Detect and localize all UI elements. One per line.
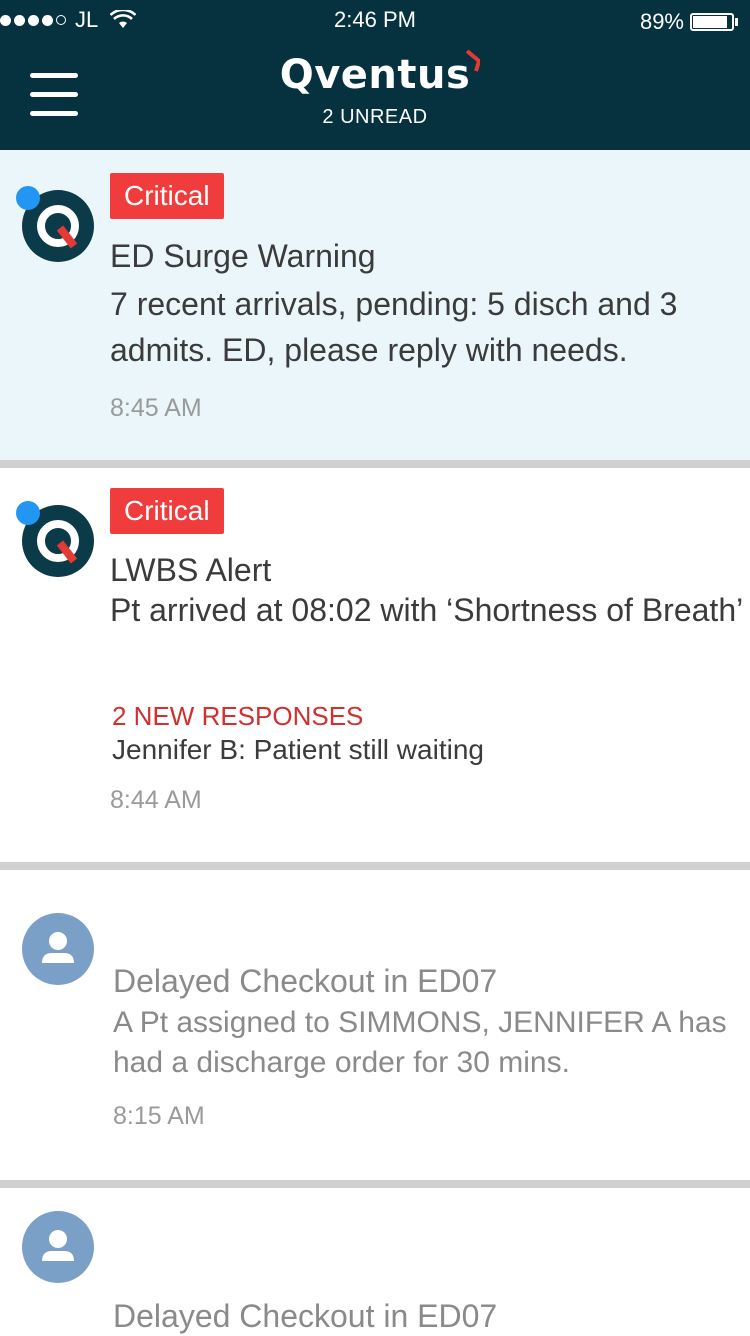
logo-mark-icon bbox=[466, 50, 481, 72]
alert-card[interactable]: Delayed Checkout in ED07 A Pt assigned t… bbox=[0, 870, 750, 1180]
battery-icon bbox=[690, 13, 734, 31]
clock: 2:46 PM bbox=[334, 7, 416, 32]
alert-time: 8:44 AM bbox=[110, 786, 202, 814]
divider bbox=[0, 862, 750, 870]
person-avatar-icon bbox=[22, 913, 94, 985]
critical-badge: Critical bbox=[110, 173, 224, 219]
app-header: JL 2:46 PM 89% Qventus 2 UNREAD bbox=[0, 0, 750, 150]
alert-card[interactable]: Delayed Checkout in ED07 bbox=[0, 1188, 750, 1336]
unread-dot-icon bbox=[16, 501, 40, 525]
person-avatar-icon bbox=[22, 1211, 94, 1283]
alert-title: Delayed Checkout in ED07 bbox=[113, 963, 498, 999]
divider bbox=[0, 1180, 750, 1188]
app-logo: Qventus bbox=[0, 50, 750, 98]
status-bar: JL 2:46 PM 89% bbox=[0, 0, 750, 40]
latest-reply: Jennifer B: Patient still waiting bbox=[112, 734, 484, 765]
unread-dot-icon bbox=[16, 186, 40, 210]
divider bbox=[0, 460, 750, 468]
alert-body: A Pt assigned to SIMMONS, JENNIFER A has… bbox=[113, 1006, 727, 1079]
alert-time: 8:15 AM bbox=[113, 1102, 205, 1130]
alert-body: Pt arrived at 08:02 with ‘Shortness of B… bbox=[110, 592, 744, 628]
unread-count: 2 UNREAD bbox=[322, 106, 428, 128]
alert-card[interactable]: Critical ED Surge Warning 7 recent arriv… bbox=[0, 150, 750, 460]
battery-percent: 89% bbox=[639, 9, 684, 34]
alert-body: 7 recent arrivals, pending: 5 disch and … bbox=[110, 286, 678, 368]
critical-badge: Critical bbox=[110, 488, 224, 534]
battery-indicator: 89% bbox=[640, 9, 738, 35]
alert-card[interactable]: Critical LWBS Alert Pt arrived at 08:02 … bbox=[0, 468, 750, 862]
new-responses-count: 2 NEW RESPONSES bbox=[112, 701, 364, 731]
alert-title: LWBS Alert bbox=[110, 552, 272, 588]
alert-time: 8:45 AM bbox=[110, 394, 202, 422]
alert-title: Delayed Checkout in ED07 bbox=[113, 1298, 498, 1334]
alert-title: ED Surge Warning bbox=[110, 238, 376, 274]
